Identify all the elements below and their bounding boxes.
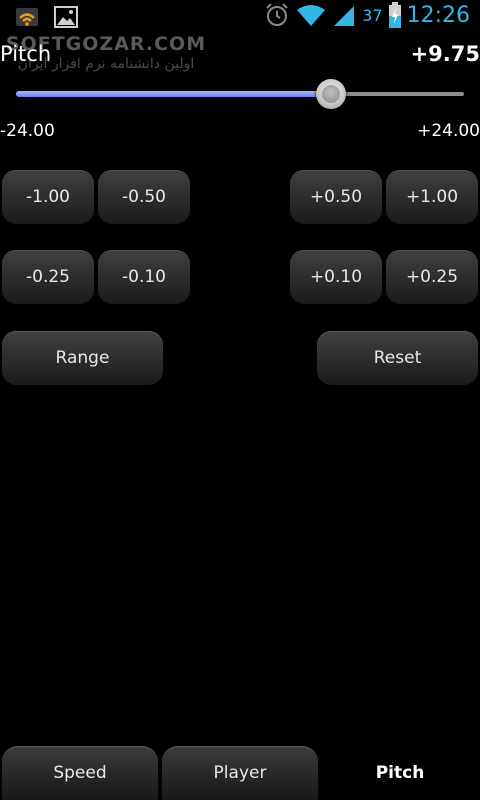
tab-pitch[interactable]: Pitch: [322, 746, 478, 800]
reset-button[interactable]: Reset: [317, 331, 478, 385]
wifi-signal-icon: [296, 3, 326, 27]
battery-charging-icon: [388, 2, 401, 28]
plus-0-10-button[interactable]: +0.10: [290, 250, 382, 304]
pitch-screen: 37 12:26 SOFTGOZAR.COM اولین دانشنامه نر…: [0, 0, 480, 800]
tab-player[interactable]: Player: [162, 746, 318, 800]
range-max-label: +24.00: [417, 121, 480, 141]
pitch-value: +9.75: [410, 42, 480, 66]
status-time: 12:26: [406, 2, 470, 28]
wifi-notification-icon: [14, 6, 40, 28]
page-title: Pitch: [0, 42, 52, 66]
minus-0-50-button[interactable]: -0.50: [98, 170, 190, 224]
plus-1-button[interactable]: +1.00: [386, 170, 478, 224]
plus-0-25-button[interactable]: +0.25: [386, 250, 478, 304]
plus-0-50-button[interactable]: +0.50: [290, 170, 382, 224]
minus-0-25-button[interactable]: -0.25: [2, 250, 94, 304]
minus-0-10-button[interactable]: -0.10: [98, 250, 190, 304]
alarm-icon: [264, 2, 290, 28]
image-icon: [54, 6, 78, 28]
slider-fill: [16, 91, 331, 97]
range-min-label: -24.00: [0, 121, 55, 141]
tab-speed[interactable]: Speed: [2, 746, 158, 800]
cell-signal-icon: [332, 3, 356, 27]
range-button[interactable]: Range: [2, 331, 163, 385]
pitch-slider[interactable]: [16, 79, 464, 110]
status-bar: 37 12:26: [0, 0, 480, 38]
minus-1-button[interactable]: -1.00: [2, 170, 94, 224]
battery-level: 37: [362, 5, 383, 25]
slider-thumb[interactable]: [316, 79, 346, 109]
